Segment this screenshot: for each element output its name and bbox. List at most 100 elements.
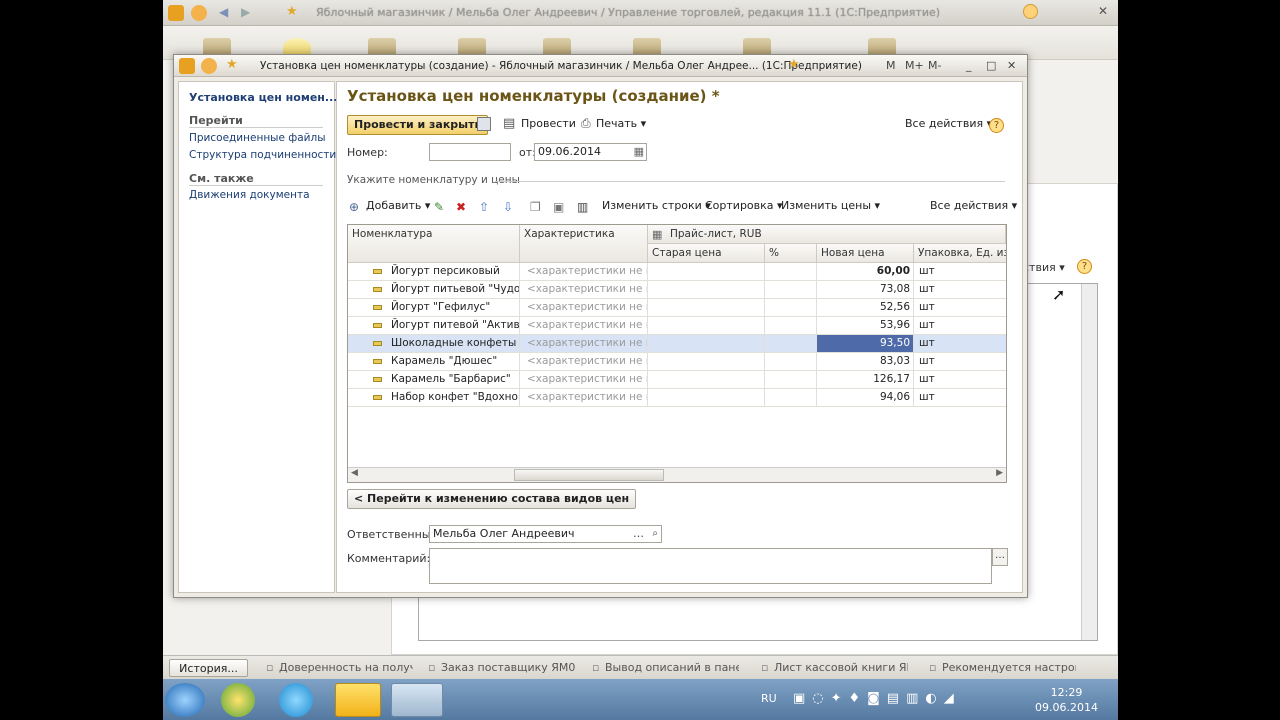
language-indicator[interactable]: RU [761, 692, 777, 705]
cell-old-price[interactable] [648, 389, 765, 406]
delete-icon[interactable]: ✖ [456, 200, 466, 214]
cell-unit[interactable]: шт [914, 353, 1006, 370]
background-help-icon[interactable]: ? [1077, 259, 1092, 274]
all-actions-button[interactable]: Все действия ▾ [899, 115, 998, 135]
cell-percent[interactable] [765, 335, 817, 352]
task-item[interactable]: Лист кассовой книги ЯМ... [758, 659, 908, 677]
cell-name[interactable]: Карамель "Дюшес" [348, 353, 520, 370]
calendar-icon[interactable]: ▦ [634, 144, 644, 160]
table-row[interactable]: Карамель "Барбарис"<характеристики не ис… [348, 371, 1006, 389]
cell-characteristic[interactable]: <характеристики не ис... [520, 317, 648, 334]
col-header-name[interactable]: Номенклатура [348, 225, 520, 263]
task-item[interactable]: Заказ поставщику ЯМ00... [425, 659, 575, 677]
cell-name[interactable]: Карамель "Барбарис" [348, 371, 520, 388]
sidebar-link-structure[interactable]: Структура подчиненности [189, 149, 336, 161]
cell-unit[interactable]: шт [914, 317, 1006, 334]
cell-new-price[interactable]: 53,96 [817, 317, 914, 334]
table-row[interactable]: Йогурт питьевой "Чудо" <характеристики не… [348, 281, 1006, 299]
responsible-field[interactable]: Мельба Олег Андреевич … ⌕ [429, 525, 662, 543]
favorites-icon[interactable]: ★ [788, 57, 800, 72]
number-field[interactable] [429, 143, 511, 161]
change-prices-button[interactable]: Изменить цены ▾ [781, 199, 880, 212]
close-main-icon[interactable]: ✕ [1098, 4, 1108, 18]
browser-icon[interactable] [221, 683, 255, 717]
sidebar-link-document-movements[interactable]: Движения документа [189, 189, 310, 201]
close-button[interactable]: ✕ [1007, 59, 1016, 72]
table-row[interactable]: Йогурт "Гефилус"<характеристики не ис...… [348, 299, 1006, 317]
col-header-characteristic[interactable]: Характеристика [520, 225, 648, 263]
clock[interactable]: 12:29 09.06.2014 [1035, 685, 1098, 715]
post-button[interactable]: Провести [515, 115, 582, 135]
print-button[interactable]: Печать ▾ [590, 115, 652, 135]
task-item[interactable]: Рекомендуется настроит... [926, 659, 1076, 677]
task-history[interactable]: История... [169, 659, 248, 677]
cell-unit[interactable]: шт [914, 335, 1006, 352]
add-button[interactable]: Добавить ▾ [366, 199, 430, 212]
onec-icon[interactable] [335, 683, 381, 717]
cell-name[interactable]: Шоколадные конфеты "К... [348, 335, 520, 352]
paste-icon[interactable]: ▣ [553, 200, 564, 214]
cell-new-price[interactable]: 73,08 [817, 281, 914, 298]
col-header-old-price[interactable]: Старая цена [648, 244, 765, 263]
cell-name[interactable]: Йогурт персиковый [348, 263, 520, 280]
cell-name[interactable]: Йогурт питевой "Активиа" [348, 317, 520, 334]
select-icon[interactable]: … [633, 526, 644, 542]
cell-unit[interactable]: шт [914, 263, 1006, 280]
cell-unit[interactable]: шт [914, 299, 1006, 316]
horizontal-scrollbar[interactable]: ◀ ▶ [348, 467, 1006, 482]
cell-old-price[interactable] [648, 335, 765, 352]
table-row[interactable]: Карамель "Дюшес"<характеристики не ис...… [348, 353, 1006, 371]
cell-characteristic[interactable]: <характеристики не ис... [520, 263, 648, 280]
memory-minus-button[interactable]: M- [928, 59, 941, 72]
start-button-icon[interactable] [165, 683, 205, 717]
cell-old-price[interactable] [648, 263, 765, 280]
back-icon[interactable]: ◀ [219, 5, 228, 19]
cell-new-price[interactable]: 126,17 [817, 371, 914, 388]
cell-unit[interactable]: шт [914, 281, 1006, 298]
cell-new-price[interactable]: 60,00 [817, 263, 914, 280]
sidebar-link-attached-files[interactable]: Присоединенные файлы [189, 132, 326, 144]
cell-name[interactable]: Набор конфет "Вдохнове... [348, 389, 520, 406]
memory-plus-button[interactable]: M+ [905, 59, 924, 72]
table-row[interactable]: Йогурт персиковый<характеристики не ис..… [348, 263, 1006, 281]
main-menu-icon[interactable] [191, 5, 207, 21]
comment-expand-icon[interactable]: … [992, 548, 1008, 566]
scroll-right-icon[interactable]: ▶ [996, 468, 1003, 478]
cell-new-price[interactable]: 83,03 [817, 353, 914, 370]
help-icon[interactable] [1023, 4, 1038, 19]
sidebar-current-item[interactable]: Установка цен номен... [189, 91, 337, 104]
cell-old-price[interactable] [648, 299, 765, 316]
cell-unit[interactable]: шт [914, 389, 1006, 406]
save-icon[interactable] [477, 117, 491, 131]
task-item[interactable]: Вывод описаний в панел... [589, 659, 739, 677]
go-to-price-kinds-button[interactable]: < Перейти к изменению состава видов цен [347, 489, 637, 509]
post-and-close-button[interactable]: Провести и закрыть [347, 115, 489, 135]
table-row[interactable]: Набор конфет "Вдохнове...<характеристики… [348, 389, 1006, 407]
cell-name[interactable]: Йогурт питьевой "Чудо" [348, 281, 520, 298]
scroll-thumb[interactable] [514, 469, 664, 481]
tray-icons[interactable]: ▣◌✦♦◙▤▥◐◢ [793, 691, 961, 706]
cell-unit[interactable]: шт [914, 371, 1006, 388]
cell-percent[interactable] [765, 281, 817, 298]
col-header-pricelist[interactable]: ▦ Прайс-лист, RUB [648, 225, 1006, 244]
cell-old-price[interactable] [648, 371, 765, 388]
cell-percent[interactable] [765, 317, 817, 334]
help-icon[interactable]: ? [989, 118, 1004, 133]
task-item[interactable]: Доверенность на получе... [263, 659, 413, 677]
cell-name[interactable]: Йогурт "Гефилус" [348, 299, 520, 316]
cell-old-price[interactable] [648, 281, 765, 298]
maximize-button[interactable]: □ [986, 59, 996, 72]
dialog-menu-icon[interactable] [201, 58, 217, 74]
cell-characteristic[interactable]: <характеристики не ис... [520, 299, 648, 316]
cell-old-price[interactable] [648, 353, 765, 370]
cell-percent[interactable] [765, 371, 817, 388]
cell-characteristic[interactable]: <характеристики не ис... [520, 335, 648, 352]
edit-icon[interactable]: ✎ [434, 200, 444, 214]
favorites-icon[interactable]: ★ [226, 57, 238, 72]
change-rows-button[interactable]: Изменить строки ▾ [602, 199, 711, 212]
cell-percent[interactable] [765, 353, 817, 370]
search-icon[interactable]: ⌕ [652, 526, 658, 542]
col-header-new-price[interactable]: Новая цена [817, 244, 914, 263]
table-row[interactable]: Шоколадные конфеты "К...<характеристики … [348, 335, 1006, 353]
cell-new-price[interactable]: 52,56 [817, 299, 914, 316]
